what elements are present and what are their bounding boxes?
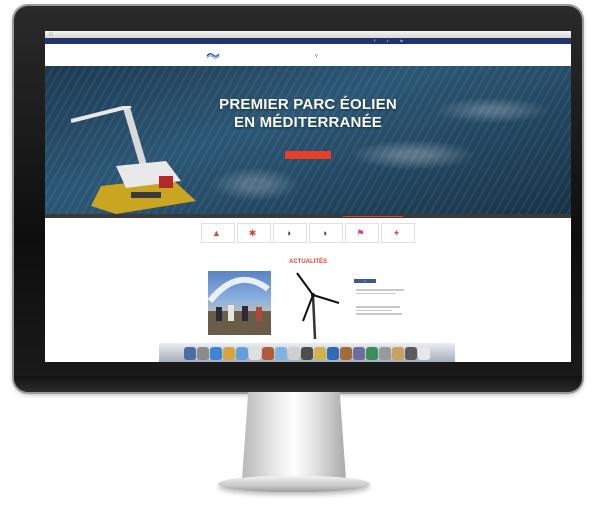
dock-app-icon[interactable] — [353, 347, 365, 360]
dock-app-icon[interactable] — [236, 347, 248, 360]
news-photo-water-jet[interactable] — [207, 271, 271, 335]
flag-icon: ⚑ — [356, 227, 365, 238]
dock-app-icon[interactable] — [366, 347, 378, 360]
social-sidebar: f — [350, 277, 412, 343]
dock-app-icon[interactable] — [249, 347, 261, 360]
facebook-like-button[interactable]: f — [354, 279, 376, 283]
wave-icon: ◑ — [321, 227, 328, 238]
feature-card-flag[interactable]: ⚑ — [345, 223, 379, 243]
facebook-icon[interactable]: f — [374, 39, 375, 43]
dock-app-icon[interactable] — [379, 347, 391, 360]
site-logo[interactable] — [201, 51, 225, 59]
water-jet-image — [207, 277, 271, 335]
monitor-chin — [14, 376, 582, 392]
dock-app-icon[interactable] — [314, 347, 326, 360]
social-links: f t in — [374, 39, 411, 43]
news-section-title: ACTUALITÉS — [289, 259, 327, 265]
hero-title-line2: EN MÉDITERRANÉE — [233, 114, 382, 131]
sidebar-text-line — [356, 306, 400, 308]
turbine-icon: ✱ — [248, 227, 257, 238]
dock-app-icon[interactable] — [340, 347, 352, 360]
main-nav: ⚲ — [275, 53, 318, 58]
mac-dock — [159, 343, 455, 362]
strip-accent-bar — [343, 215, 403, 217]
hero-title-line1: PREMIER PARC ÉOLIEN — [219, 96, 397, 113]
thermometer-icon: ▲ — [212, 227, 221, 238]
dock-app-icon[interactable] — [405, 347, 417, 360]
logo-wave-icon — [206, 53, 220, 59]
sidebar-text-line — [356, 313, 402, 315]
dock-app-icon[interactable] — [210, 347, 222, 360]
mac-menu-bar:  — [45, 31, 571, 38]
twitter-icon[interactable]: t — [387, 39, 388, 43]
dock-app-icon[interactable] — [262, 347, 274, 360]
feature-icon-row: ▲ ✱ ◑ ◑ ⚑ ✦ — [201, 223, 417, 243]
hero-banner: PREMIER PARC ÉOLIEN EN MÉDITERRANÉE — [45, 66, 571, 214]
dock-app-icon[interactable] — [275, 347, 287, 360]
dock-app-icon[interactable] — [418, 347, 430, 360]
wind-turbine-image — [296, 272, 340, 340]
compass-icon: ✦ — [392, 227, 401, 238]
feature-card-thermometer[interactable]: ▲ — [201, 223, 235, 243]
wave-icon: ◑ — [285, 227, 292, 238]
feature-card-compass[interactable]: ✦ — [381, 223, 415, 243]
hero-cta-button[interactable] — [285, 151, 331, 159]
linkedin-icon[interactable]: in — [400, 39, 403, 43]
news-photo-turbine[interactable] — [277, 271, 345, 340]
dock-app-icon[interactable] — [301, 347, 313, 360]
feature-card-wave[interactable]: ◑ — [273, 223, 307, 243]
dock-app-icon[interactable] — [223, 347, 235, 360]
dock-app-icon[interactable] — [197, 347, 209, 360]
sidebar-text-line — [356, 292, 396, 294]
dock-app-icon[interactable] — [392, 347, 404, 360]
sidebar-text-line — [356, 309, 392, 311]
apple-logo-icon[interactable]:  — [49, 32, 53, 38]
sidebar-text-line — [356, 289, 404, 291]
hero-footer-strip — [45, 214, 571, 218]
dock-app-icon[interactable] — [327, 347, 339, 360]
feature-card-turbine[interactable]: ✱ — [237, 223, 271, 243]
feature-card-wave-2[interactable]: ◑ — [309, 223, 343, 243]
site-header: ⚲ — [45, 44, 571, 66]
monitor-stand-base — [218, 476, 370, 492]
screen:  f t in ⚲ — [45, 31, 571, 362]
search-icon[interactable]: ⚲ — [315, 53, 318, 58]
monitor-stand-neck — [242, 392, 346, 480]
dock-app-icon[interactable] — [288, 347, 300, 360]
dock-app-icon[interactable] — [184, 347, 196, 360]
